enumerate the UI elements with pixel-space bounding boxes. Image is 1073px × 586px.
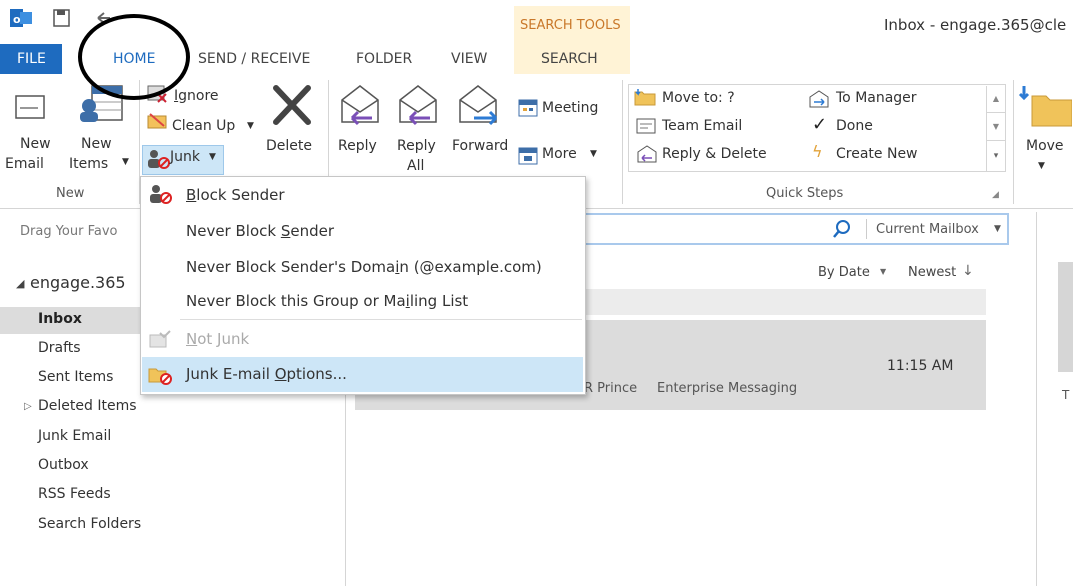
checkmark-icon: ✓ (812, 114, 828, 135)
outlook-logo-icon[interactable]: o (10, 8, 32, 28)
group-separator (622, 80, 623, 204)
junk-icon (146, 148, 172, 170)
menu-never-block-group[interactable]: Never Block this Group or Mailing List (186, 292, 468, 310)
block-sender-icon (148, 183, 174, 205)
quick-step-team-email[interactable]: Team Email (662, 118, 742, 134)
more-respond-button[interactable]: More (542, 146, 577, 162)
new-email-label-1[interactable]: New (20, 136, 51, 152)
folder-deleted-items[interactable]: Deleted Items (38, 398, 137, 414)
tab-folder[interactable]: FOLDER (356, 44, 412, 74)
message-subject: Enterprise Messaging (657, 381, 798, 396)
chevron-down-icon[interactable]: ▼ (209, 152, 216, 162)
tab-send-receive[interactable]: SEND / RECEIVE (198, 44, 310, 74)
expand-triangle-icon[interactable]: ▷ (24, 401, 32, 412)
quick-step-create-new[interactable]: Create New (836, 146, 918, 162)
dialog-launcher-icon[interactable]: ◢ (992, 190, 999, 200)
lightning-icon: ϟ (812, 142, 823, 161)
reply-all-label-1[interactable]: Reply (397, 138, 436, 154)
search-icon[interactable] (832, 219, 852, 239)
clean-up-button[interactable]: Clean Up (172, 118, 235, 134)
menu-never-block-domain[interactable]: Never Block Sender's Domain (@example.co… (186, 258, 542, 276)
move-icon (1018, 84, 1073, 128)
move-button[interactable]: Move (1026, 138, 1064, 154)
new-items-label-1[interactable]: New (81, 136, 112, 152)
annotation-circle (78, 14, 190, 100)
message-time: 11:15 AM (887, 358, 954, 374)
search-scope[interactable]: Current Mailbox (876, 222, 979, 237)
reading-pane-preview (1058, 262, 1073, 372)
folder-icon (634, 88, 656, 106)
chevron-down-icon[interactable]: ▼ (247, 121, 254, 131)
arrow-down-icon: ↓ (962, 263, 974, 279)
menu-never-block-sender[interactable]: Never Block Sender (186, 222, 334, 240)
sort-by[interactable]: By Date (818, 265, 870, 280)
tab-view[interactable]: VIEW (451, 44, 487, 74)
chevron-down-icon[interactable]: ▼ (1038, 161, 1045, 171)
group-label-quick-steps: Quick Steps (766, 186, 844, 201)
junk-button[interactable]: Junk (170, 149, 200, 165)
menu-separator (180, 319, 582, 320)
meeting-button[interactable]: Meeting (542, 100, 598, 116)
quick-step-reply-delete[interactable]: Reply & Delete (662, 146, 767, 162)
gallery-scroll-up[interactable]: ▲ (986, 86, 1005, 112)
reply-all-label-2[interactable]: All (407, 158, 424, 174)
folder-outbox[interactable]: Outbox (38, 457, 89, 473)
new-email-icon (14, 90, 46, 124)
group-separator (1013, 80, 1014, 204)
more-respond-icon (518, 146, 538, 166)
chevron-down-icon[interactable]: ▼ (994, 224, 1001, 234)
folder-sent-items[interactable]: Sent Items (38, 369, 113, 385)
menu-junk-email-options[interactable]: Junk E-mail Options... (186, 365, 347, 383)
search-divider (866, 219, 867, 239)
reply-delete-icon (636, 145, 658, 163)
forward-button[interactable]: Forward (452, 138, 508, 154)
account-name[interactable]: engage.365 (30, 273, 126, 292)
menu-not-junk: Not Junk (186, 330, 250, 348)
tab-file-label: FILE (17, 51, 46, 67)
quick-step-to-manager[interactable]: To Manager (836, 90, 917, 106)
chevron-down-icon[interactable]: ▼ (880, 267, 886, 276)
favorites-hint: Drag Your Favo (20, 224, 118, 239)
junk-options-icon (148, 364, 174, 386)
gallery-scroll-down[interactable]: ▼ (986, 112, 1005, 141)
chevron-down-icon[interactable]: ▼ (590, 149, 597, 159)
window-title: Inbox - engage.365@cle (884, 16, 1067, 34)
team-email-icon (636, 118, 656, 134)
group-label-new: New (56, 186, 85, 201)
folder-inbox[interactable]: Inbox (38, 311, 82, 327)
gallery-expand[interactable]: ▾ (986, 140, 1005, 171)
save-icon[interactable] (52, 8, 72, 28)
folder-junk-email[interactable]: Junk Email (38, 428, 111, 444)
folder-drafts[interactable]: Drafts (38, 340, 81, 356)
meeting-icon (518, 98, 538, 118)
reading-pane-divider (1036, 212, 1037, 586)
reply-button[interactable]: Reply (338, 138, 377, 154)
delete-icon (270, 82, 314, 128)
quick-step-done[interactable]: Done (836, 118, 873, 134)
reply-all-icon (394, 82, 440, 128)
delete-button[interactable]: Delete (266, 138, 312, 154)
clean-up-icon (146, 110, 170, 132)
not-junk-icon (148, 330, 172, 350)
message-from: R Prince (584, 381, 638, 396)
svg-text:o: o (13, 13, 21, 26)
reading-pane-text: T (1062, 388, 1070, 402)
to-manager-icon (808, 90, 830, 108)
chevron-down-icon[interactable]: ▼ (122, 157, 129, 167)
sort-order[interactable]: Newest (908, 265, 956, 280)
tab-search[interactable]: SEARCH (541, 44, 598, 74)
search-tools-label: SEARCH TOOLS (520, 18, 621, 33)
collapse-triangle-icon[interactable]: ◢ (16, 277, 24, 290)
menu-block-sender[interactable]: Block Sender (186, 186, 285, 204)
folder-rss-feeds[interactable]: RSS Feeds (38, 486, 111, 502)
ignore-button[interactable]: Ignore (174, 88, 219, 104)
forward-icon (456, 82, 502, 128)
quick-step-move-to[interactable]: Move to: ? (662, 90, 735, 106)
reply-icon (338, 82, 382, 128)
folder-search-folders[interactable]: Search Folders (38, 516, 141, 532)
new-email-label-2[interactable]: Email (5, 156, 44, 172)
new-items-label-2[interactable]: Items (69, 156, 108, 172)
